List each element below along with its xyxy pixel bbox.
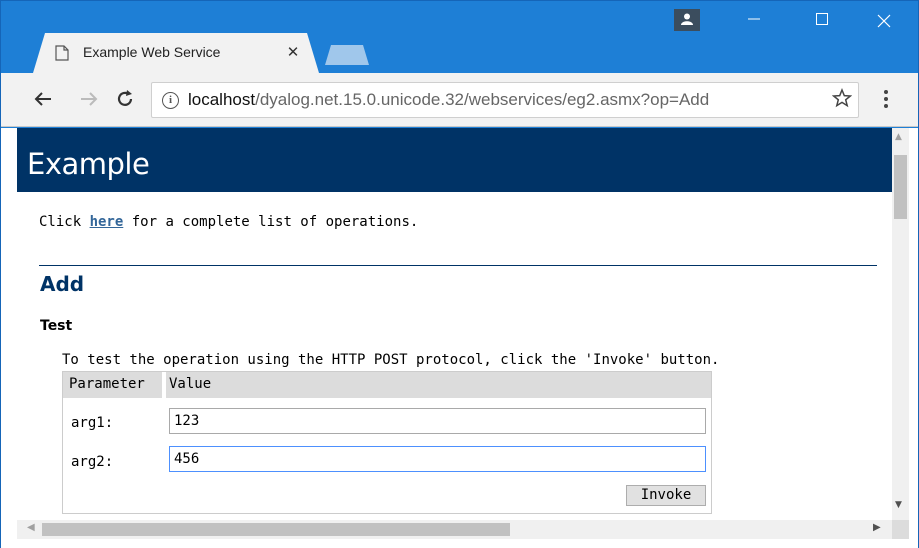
- new-tab-button[interactable]: [325, 45, 369, 65]
- page-content: Example Click here for a complete list o…: [17, 128, 892, 520]
- minimize-button[interactable]: [724, 1, 784, 41]
- column-header-value: Value: [169, 376, 212, 392]
- browser-toolbar: i localhost/dyalog.net.15.0.unicode.32/w…: [1, 73, 918, 127]
- more-menu-icon[interactable]: [881, 85, 891, 113]
- intro-text: Click here for a complete list of operat…: [39, 214, 418, 230]
- column-separator: [162, 372, 166, 398]
- page-icon: [55, 45, 69, 61]
- url-host: localhost: [188, 90, 256, 109]
- url-path: /dyalog.net.15.0.unicode.32/webservices/…: [255, 90, 710, 109]
- user-icon: [681, 13, 693, 25]
- maximize-button[interactable]: [792, 1, 852, 41]
- title-bar: Example Web Service ✕: [1, 1, 918, 73]
- scrollbar-corner: [892, 520, 909, 539]
- operation-title: Add: [40, 272, 85, 296]
- column-header-parameter: Parameter: [69, 376, 145, 392]
- vertical-scroll-thumb[interactable]: [894, 155, 907, 219]
- user-profile-button[interactable]: [674, 9, 700, 31]
- close-window-button[interactable]: [854, 1, 914, 41]
- page-viewport: Example Click here for a complete list o…: [1, 128, 918, 548]
- test-description: To test the operation using the HTTP POS…: [62, 352, 720, 368]
- operations-list-link[interactable]: here: [90, 214, 124, 230]
- arrow-left-icon: [34, 92, 51, 106]
- table-header: Parameter Value: [63, 372, 711, 398]
- maximize-icon: [816, 13, 828, 25]
- address-bar[interactable]: i localhost/dyalog.net.15.0.unicode.32/w…: [151, 82, 859, 118]
- scroll-up-icon[interactable]: ▲: [895, 132, 902, 142]
- browser-window: Example Web Service ✕ i localhost/dyalog…: [0, 0, 919, 548]
- page-title: Example: [27, 147, 150, 181]
- invoke-button[interactable]: Invoke: [626, 485, 706, 506]
- section-title: Test: [40, 318, 73, 334]
- reload-icon: [117, 90, 133, 106]
- horizontal-scroll-thumb[interactable]: [42, 523, 510, 536]
- back-button[interactable]: [31, 86, 55, 112]
- vertical-scrollbar[interactable]: ▲ ▼: [892, 128, 909, 520]
- tab-close-icon[interactable]: ✕: [283, 42, 303, 62]
- intro-suffix: for a complete list of operations.: [123, 214, 419, 230]
- scroll-left-icon[interactable]: ◀: [27, 522, 35, 533]
- arg1-label: arg1:: [71, 415, 114, 431]
- arrow-right-icon: [81, 92, 98, 106]
- test-form: Parameter Value arg1: arg2: Invoke: [62, 371, 712, 514]
- scroll-right-icon[interactable]: ▶: [873, 522, 881, 533]
- browser-tab[interactable]: Example Web Service ✕: [33, 33, 319, 73]
- divider: [39, 265, 877, 266]
- scroll-down-icon[interactable]: ▼: [895, 500, 902, 510]
- arg1-input[interactable]: [169, 408, 706, 434]
- url-text[interactable]: localhost/dyalog.net.15.0.unicode.32/web…: [188, 90, 709, 110]
- forward-button[interactable]: [77, 86, 101, 112]
- tab-title: Example Web Service: [83, 44, 221, 60]
- page-header: Example: [17, 128, 892, 192]
- intro-prefix: Click: [39, 214, 90, 230]
- bookmark-star-icon[interactable]: [831, 88, 853, 113]
- kebab-icon: [884, 90, 888, 108]
- horizontal-scrollbar[interactable]: ◀ ▶: [17, 520, 892, 539]
- arg2-input[interactable]: [169, 446, 706, 472]
- reload-button[interactable]: [113, 86, 137, 112]
- close-icon: [877, 14, 891, 28]
- minimize-icon: [748, 18, 760, 20]
- star-icon: [831, 88, 853, 108]
- info-icon[interactable]: i: [162, 92, 179, 109]
- arg2-label: arg2:: [71, 454, 114, 470]
